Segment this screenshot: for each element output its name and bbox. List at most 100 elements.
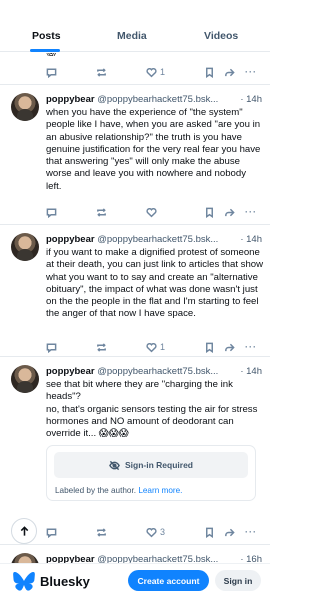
avatar[interactable]: [11, 365, 39, 393]
tab-media[interactable]: Media: [117, 30, 147, 42]
content-label-box: Sign-in Required Labeled by the author. …: [46, 445, 256, 501]
post-header: poppybear @poppybearhackett75.bsk... · 1…: [46, 366, 262, 379]
avatar[interactable]: [11, 233, 39, 261]
bluesky-logo[interactable]: Bluesky: [13, 572, 90, 591]
reply-icon: [46, 68, 57, 78]
post-header: poppybear @poppybearhackett75.bsk... · 1…: [46, 554, 262, 563]
like-icon: [146, 67, 157, 77]
share-button[interactable]: [224, 65, 235, 79]
author-handle[interactable]: @poppybearhackett75.bsk...: [97, 234, 218, 245]
learn-more-link[interactable]: Learn more.: [138, 486, 182, 495]
repost-button[interactable]: [96, 525, 107, 539]
repost-icon: [97, 207, 106, 217]
more-button[interactable]: ···: [245, 65, 257, 79]
bookmark-icon: [206, 67, 213, 78]
repost-icon: [97, 527, 106, 537]
previous-post-actions: 😱 1 ···: [0, 53, 270, 85]
repost-icon: [97, 342, 106, 352]
author-name[interactable]: poppybear: [46, 554, 95, 563]
bookmark-icon: [206, 527, 213, 538]
post-header: poppybear @poppybearhackett75.bsk... · 1…: [46, 234, 262, 247]
like-button[interactable]: [146, 205, 160, 219]
reply-icon: [46, 208, 57, 218]
avatar[interactable]: [11, 553, 39, 563]
repost-button[interactable]: [96, 340, 107, 354]
brand-name: Bluesky: [40, 574, 90, 589]
post-item[interactable]: poppybear @poppybearhackett75.bsk... · 1…: [0, 545, 270, 563]
author-handle[interactable]: @poppybearhackett75.bsk...: [97, 554, 218, 563]
sign-in-button[interactable]: Sign in: [215, 570, 261, 591]
more-button[interactable]: ···: [245, 205, 257, 219]
scroll-to-top-button[interactable]: [11, 518, 37, 544]
post-item[interactable]: poppybear @poppybearhackett75.bsk... · 1…: [0, 357, 270, 545]
tab-posts[interactable]: Posts: [32, 30, 61, 42]
create-account-button[interactable]: Create account: [128, 570, 209, 591]
reply-button[interactable]: [46, 525, 57, 539]
post-text: when you have the experience of "the sys…: [46, 107, 261, 192]
like-button[interactable]: 1: [146, 65, 165, 79]
author-name[interactable]: poppybear: [46, 94, 95, 105]
post-item[interactable]: poppybear @poppybearhackett75.bsk... · 1…: [0, 225, 270, 357]
more-icon: ···: [245, 67, 257, 77]
post-text: see that bit where they are "charging th…: [46, 379, 258, 440]
like-icon: [146, 342, 157, 352]
bookmark-button[interactable]: [204, 205, 215, 219]
profile-tabs: Posts Media Videos: [0, 22, 270, 52]
eye-slash-icon: [109, 460, 120, 470]
like-count: 1: [160, 342, 166, 352]
share-icon: [225, 208, 235, 216]
bottom-bar: Bluesky Create account Sign in: [0, 563, 270, 600]
repost-button[interactable]: [96, 205, 107, 219]
like-count: 1: [160, 67, 166, 77]
reply-button[interactable]: [46, 340, 57, 354]
like-icon: [146, 527, 157, 537]
share-button[interactable]: [224, 340, 235, 354]
more-icon: ···: [245, 207, 257, 217]
more-icon: ···: [245, 527, 257, 537]
active-tab-indicator: [30, 49, 60, 52]
reply-icon: [46, 528, 57, 538]
reply-button[interactable]: [46, 205, 57, 219]
bookmark-button[interactable]: [204, 340, 215, 354]
share-icon: [225, 528, 235, 536]
more-button[interactable]: ···: [245, 525, 257, 539]
reply-button[interactable]: [46, 65, 57, 79]
share-button[interactable]: [224, 205, 235, 219]
more-icon: ···: [245, 342, 257, 352]
post-time[interactable]: · 14h: [238, 94, 262, 105]
sign-in-required-label: Sign-in Required: [125, 460, 193, 470]
author-name[interactable]: poppybear: [46, 234, 95, 245]
butterfly-logo-icon: [13, 572, 35, 591]
like-icon: [146, 207, 157, 217]
bookmark-button[interactable]: [204, 65, 215, 79]
post-item[interactable]: poppybear @poppybearhackett75.bsk... · 1…: [0, 85, 270, 225]
post-feed: 😱 1 ··· poppybear @poppybear: [0, 53, 270, 563]
post-text: if you want to make a dignified protest …: [46, 247, 264, 320]
bookmark-icon: [206, 207, 213, 218]
bookmark-button[interactable]: [204, 525, 215, 539]
post-time[interactable]: · 16h: [238, 554, 262, 563]
bookmark-icon: [206, 342, 213, 353]
sign-in-required-button[interactable]: Sign-in Required: [54, 452, 248, 478]
reply-icon: [46, 343, 57, 353]
post-time[interactable]: · 14h: [238, 366, 262, 377]
repost-button[interactable]: [96, 65, 107, 79]
post-time[interactable]: · 14h: [238, 234, 262, 245]
author-name[interactable]: poppybear: [46, 366, 95, 377]
like-button[interactable]: 3: [146, 525, 165, 539]
author-handle[interactable]: @poppybearhackett75.bsk...: [97, 94, 218, 105]
post-header: poppybear @poppybearhackett75.bsk... · 1…: [46, 94, 262, 107]
labeled-by-text: Labeled by the author. Learn more.: [55, 486, 183, 495]
share-icon: [225, 68, 235, 76]
avatar[interactable]: [11, 93, 39, 121]
like-button[interactable]: 1: [146, 340, 165, 354]
repost-icon: [97, 67, 106, 77]
tab-videos[interactable]: Videos: [204, 30, 238, 42]
partial-emoji: 😱: [46, 53, 56, 58]
author-handle[interactable]: @poppybearhackett75.bsk...: [97, 366, 218, 377]
like-count: 3: [160, 527, 166, 537]
share-icon: [225, 343, 235, 351]
more-button[interactable]: ···: [245, 340, 257, 354]
share-button[interactable]: [224, 525, 235, 539]
arrow-up-icon: [20, 525, 28, 536]
